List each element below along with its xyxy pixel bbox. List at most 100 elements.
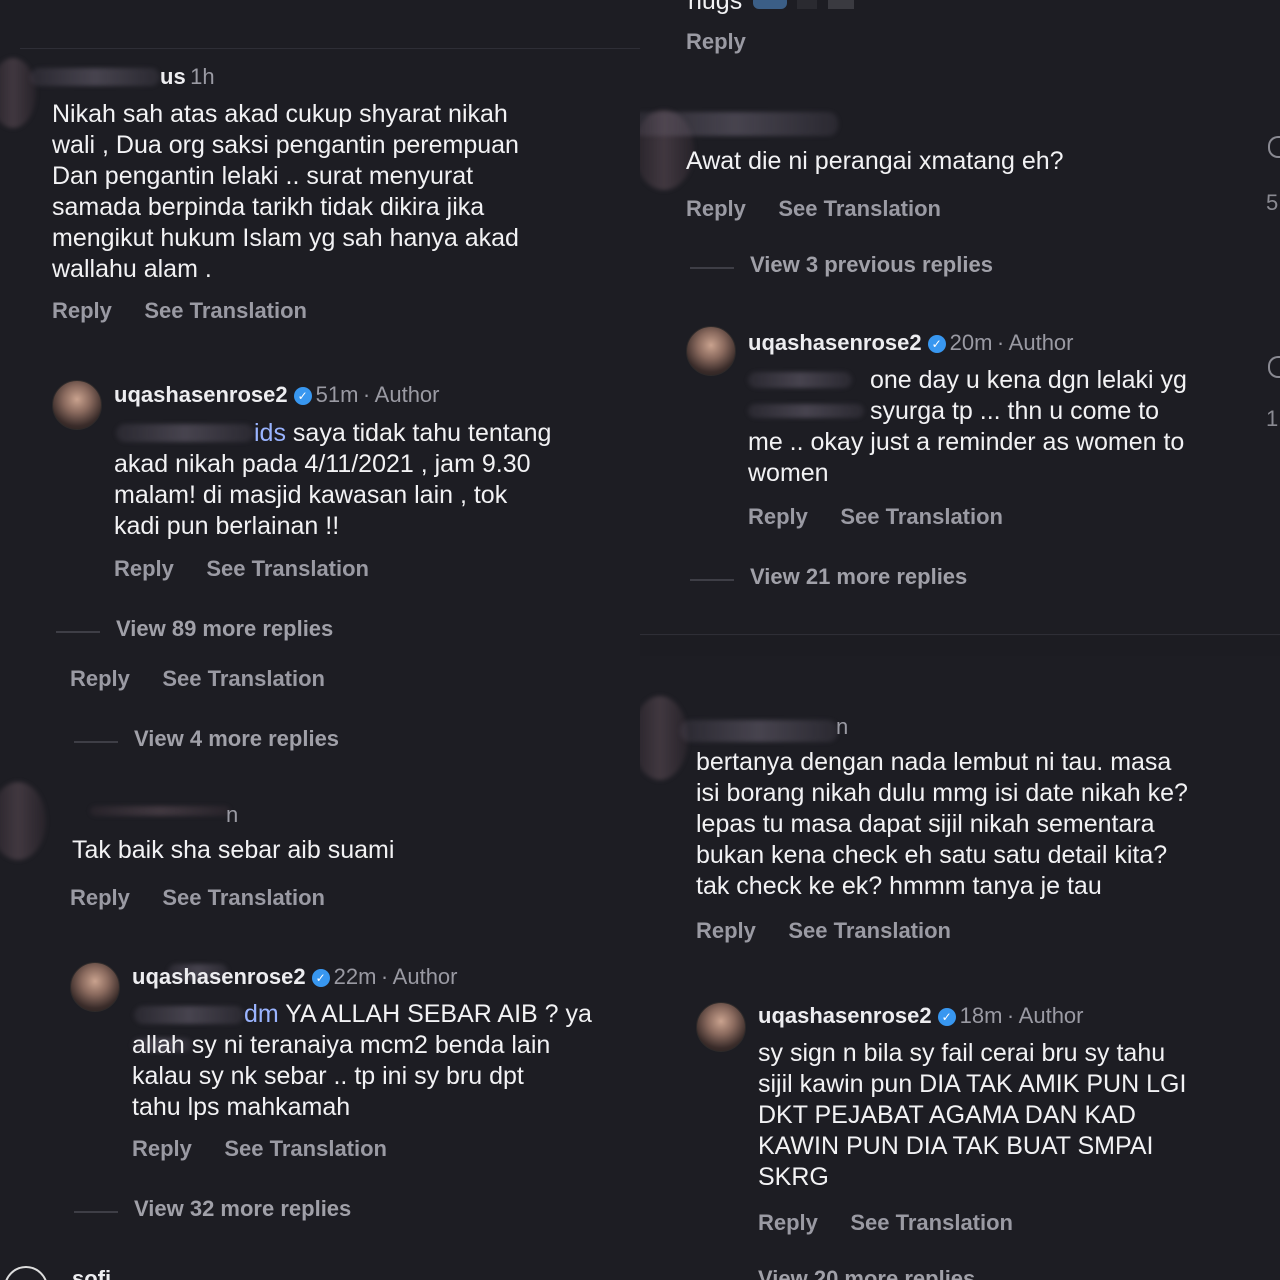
timestamp: 51m: [315, 382, 359, 407]
comment-line: wallahu alam .: [52, 255, 212, 283]
reply-header: uqashasenrose2 ✓ 18m · Author: [758, 1003, 1084, 1029]
see-translation-button[interactable]: See Translation: [788, 918, 951, 943]
avatar[interactable]: [686, 326, 736, 376]
comment-line: Nikah sah atas akad cukup shyarat nikah: [52, 100, 508, 128]
reply-button[interactable]: Reply: [114, 556, 174, 581]
reply-actions: Reply See Translation: [748, 504, 1003, 530]
reply-button[interactable]: Reply: [132, 1136, 192, 1161]
comment-header: n: [226, 802, 238, 828]
reply-text: ids saya tidak tahu tentang akad nikah p…: [114, 418, 634, 542]
see-translation-button[interactable]: See Translation: [206, 556, 369, 581]
comment-line: Awat die ni perangai xmatang eh?: [686, 147, 1064, 175]
reply-button[interactable]: Reply: [748, 504, 808, 529]
panel-top-right: hugs Reply Awat die ni perangai xmatang …: [640, 0, 1280, 636]
username[interactable]: uqashasenrose2: [132, 964, 306, 989]
username[interactable]: uqashasenrose2: [748, 330, 922, 355]
blurred-avatar: [0, 58, 36, 128]
mention-link[interactable]: dm: [244, 1000, 279, 1028]
comment-text: Tak baik sha sebar aib suami: [72, 835, 632, 866]
comment-line: Tak baik sha sebar aib suami: [72, 836, 395, 864]
reply-line: tahu lps mahkamah: [132, 1093, 351, 1121]
see-translation-button[interactable]: See Translation: [778, 196, 941, 221]
view-previous-replies[interactable]: View 3 previous replies: [690, 252, 993, 278]
author-label: Author: [374, 382, 440, 407]
panel-bottom-left: Reply See Translation View 4 more replie…: [0, 656, 640, 1280]
divider: [56, 630, 100, 633]
see-translation-button[interactable]: See Translation: [840, 504, 1003, 529]
timestamp: 1h: [190, 64, 215, 89]
timestamp: 20m: [949, 330, 993, 355]
reply-line: kalau sy nk sebar .. tp ini sy bru dpt: [132, 1062, 524, 1090]
panel-top-left: us 1h Nikah sah atas akad cukup shyarat …: [0, 0, 640, 656]
see-translation-button[interactable]: See Translation: [162, 666, 325, 691]
comment-line: bukan kena check eh satu satu detail kit…: [696, 841, 1168, 869]
view-more-label: View 4 more replies: [134, 726, 340, 751]
username[interactable]: uqashasenrose2: [758, 1003, 932, 1028]
see-translation-button[interactable]: See Translation: [224, 1136, 387, 1161]
see-translation-button[interactable]: See Translation: [850, 1210, 1013, 1235]
divider: [690, 266, 734, 269]
username[interactable]: n: [836, 714, 848, 739]
avatar[interactable]: [696, 1002, 746, 1052]
reply-button[interactable]: Reply: [686, 29, 746, 54]
divider: [690, 578, 734, 581]
reply-button[interactable]: Reply: [696, 918, 756, 943]
avatar[interactable]: [52, 380, 102, 430]
comment-text: bertanya dengan nada lembut ni tau. masa…: [696, 747, 1276, 902]
reply-text: sy sign n bila sy fail cerai bru sy tahu…: [758, 1038, 1268, 1193]
verified-badge-icon: ✓: [293, 387, 312, 405]
heart-icon[interactable]: [1268, 136, 1280, 158]
like-count: 1: [1266, 406, 1279, 431]
divider: [74, 740, 118, 743]
username[interactable]: uqashasenrose2: [114, 382, 288, 407]
comment-actions: Reply See Translation: [696, 918, 951, 944]
reply-button[interactable]: Reply: [70, 666, 130, 691]
redacted-username: [680, 720, 838, 742]
comment-header: n: [836, 714, 848, 740]
comment-actions: Reply See Translation: [70, 885, 325, 911]
comment-header: us 1h: [160, 64, 215, 90]
comment-line: samada berpinda tarikh tidak dikira jika: [52, 193, 485, 221]
view-more-replies[interactable]: View 20 more replies: [758, 1266, 975, 1280]
username[interactable]: sofi...: [72, 1266, 129, 1280]
like-count: 5: [1266, 190, 1279, 215]
view-more-label: View 21 more replies: [750, 564, 968, 589]
emoji-icon: [752, 0, 787, 9]
separator-dot: ·: [362, 382, 371, 407]
heart-icon: [797, 0, 818, 9]
blurred-avatar: [0, 782, 46, 860]
comment-line: lepas tu masa dapat sijil nikah sementar…: [696, 810, 1155, 838]
view-more-replies[interactable]: View 32 more replies: [74, 1196, 351, 1222]
view-more-label: View 20 more replies: [758, 1266, 976, 1280]
comment-actions: Reply See Translation: [52, 298, 307, 324]
redacted-username: [30, 68, 160, 86]
view-more-label: View 32 more replies: [134, 1196, 352, 1221]
reply-button[interactable]: Reply: [758, 1210, 818, 1235]
comment-line: bertanya dengan nada lembut ni tau. masa: [696, 748, 1172, 776]
divider: [74, 1210, 118, 1213]
see-translation-button[interactable]: See Translation: [162, 885, 325, 910]
reply-line: saya tidak tahu tentang: [292, 419, 552, 447]
separator-dot: ·: [996, 330, 1005, 355]
reply-button[interactable]: Reply: [686, 196, 746, 221]
separator-dot: ·: [380, 964, 389, 989]
username[interactable]: n: [226, 802, 238, 827]
previous-comment-fragment: hugs: [688, 0, 854, 17]
view-more-replies[interactable]: View 21 more replies: [690, 564, 967, 590]
verified-badge-icon: ✓: [937, 1008, 956, 1026]
see-translation-button[interactable]: See Translation: [144, 298, 307, 323]
comment-line: tak check ke ek? hmmm tanya je tau: [696, 872, 1102, 900]
avatar[interactable]: [70, 962, 120, 1012]
reply-button[interactable]: Reply: [52, 298, 112, 323]
view-more-replies[interactable]: View 4 more replies: [74, 726, 339, 752]
heart-icon[interactable]: [1268, 356, 1280, 378]
reply-text: dm YA ALLAH SEBAR AIB ? ya allah sy ni t…: [132, 999, 632, 1123]
reply-line: sy sign n bila sy fail cerai bru sy tahu: [758, 1039, 1166, 1067]
avatar[interactable]: [4, 1266, 48, 1280]
reply-button[interactable]: Reply: [70, 885, 130, 910]
view-more-replies[interactable]: View 89 more replies: [56, 616, 333, 642]
view-more-label: View 89 more replies: [116, 616, 334, 641]
timestamp: 22m: [333, 964, 377, 989]
mention-link[interactable]: ids: [254, 419, 286, 447]
username[interactable]: us: [160, 64, 186, 89]
